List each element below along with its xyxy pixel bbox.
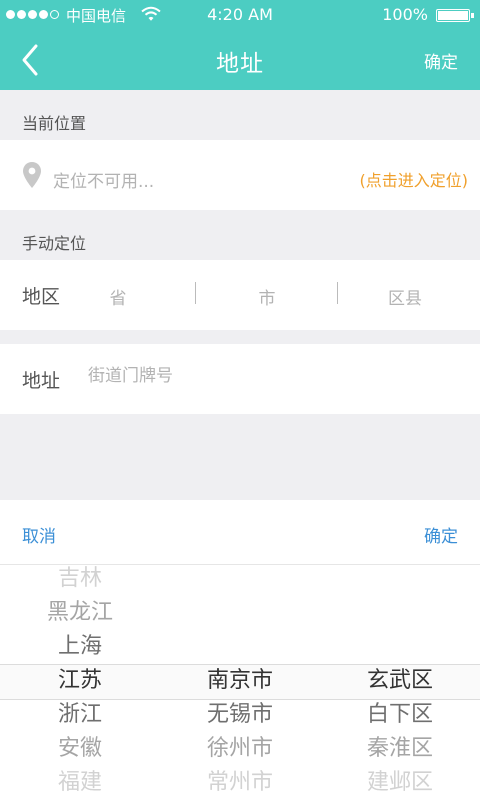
battery-percentage: 100% xyxy=(382,5,428,24)
province-option[interactable]: 上海 xyxy=(0,630,160,664)
locate-action-link[interactable]: (点击进入定位) xyxy=(360,167,469,191)
district-option[interactable]: 建邺区 xyxy=(320,766,480,800)
province-option[interactable]: 江苏 xyxy=(0,664,160,698)
region-label: 地区 xyxy=(22,286,61,308)
street-address-input[interactable] xyxy=(88,366,448,386)
district-option[interactable]: 玄武区 xyxy=(320,664,480,698)
province-option[interactable]: 安徽 xyxy=(0,732,160,766)
city-wheel[interactable]: 南京市 无锡市 徐州市 常州市 xyxy=(160,564,320,800)
battery-icon xyxy=(436,9,474,22)
divider xyxy=(337,282,338,304)
picker-toolbar: 取消 确定 xyxy=(0,500,480,565)
district-option[interactable]: 秦淮区 xyxy=(320,732,480,766)
address-row: 地址 xyxy=(0,344,480,414)
current-location-row[interactable]: 定位不可用... (点击进入定位) xyxy=(0,140,480,210)
district-selector[interactable]: 区县 xyxy=(375,284,435,309)
current-location-section-label: 当前位置 xyxy=(22,114,87,133)
region-row: 地区 省 市 区县 xyxy=(0,260,480,330)
district-wheel[interactable]: 玄武区 白下区 秦淮区 建邺区 xyxy=(320,564,480,800)
city-option[interactable]: 南京市 xyxy=(160,664,320,698)
city-option[interactable]: 无锡市 xyxy=(160,698,320,732)
province-option[interactable]: 吉林 xyxy=(0,562,160,596)
page-title: 地址 xyxy=(216,51,264,77)
province-option[interactable]: 福建 xyxy=(0,766,160,800)
city-selector[interactable]: 市 xyxy=(237,284,297,309)
location-status-text: 定位不可用... xyxy=(53,172,155,192)
manual-location-section-label: 手动定位 xyxy=(22,234,87,253)
status-bar: 中国电信 4:20 AM 100% xyxy=(0,0,480,30)
picker-confirm-button[interactable]: 确定 xyxy=(424,522,458,547)
province-option[interactable]: 黑龙江 xyxy=(0,596,160,630)
nav-confirm-button[interactable]: 确定 xyxy=(424,48,458,73)
picker-cancel-button[interactable]: 取消 xyxy=(22,522,56,547)
address-screen: 中国电信 4:20 AM 100% 地址 确定 当前位置 定位不可用... (点… xyxy=(0,0,480,800)
divider xyxy=(195,282,196,304)
region-picker: 取消 确定 吉林 黑龙江 上海 江苏 浙江 安徽 福建 南京市 无锡市 徐州市 常州市 玄武区 白下… xyxy=(0,500,480,800)
address-label: 地址 xyxy=(22,370,61,392)
province-wheel[interactable]: 吉林 黑龙江 上海 江苏 浙江 安徽 福建 xyxy=(0,564,160,800)
header: 中国电信 4:20 AM 100% 地址 确定 xyxy=(0,0,480,90)
location-pin-icon xyxy=(22,161,42,193)
city-option[interactable]: 常州市 xyxy=(160,766,320,800)
nav-bar: 地址 确定 xyxy=(0,30,480,90)
province-option[interactable]: 浙江 xyxy=(0,698,160,732)
province-selector[interactable]: 省 xyxy=(88,284,148,309)
city-option[interactable]: 徐州市 xyxy=(160,732,320,766)
district-option[interactable]: 白下区 xyxy=(320,698,480,732)
